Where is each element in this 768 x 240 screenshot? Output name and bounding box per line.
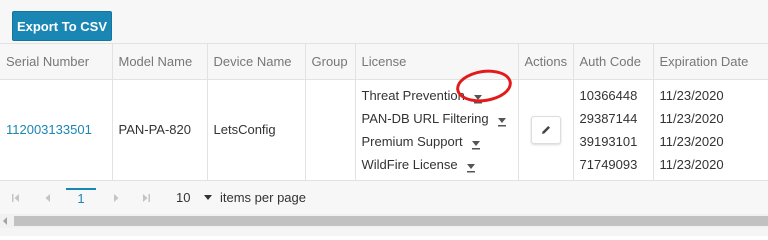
col-header-device-name[interactable]: Device Name <box>206 44 305 80</box>
pencil-icon <box>541 125 550 134</box>
license-grid: Serial Number Model Name Device Name Gro… <box>0 43 768 180</box>
license-cell: Threat Prevention PAN-DB URL Filtering P… <box>354 79 518 180</box>
auth-code: 10366448 <box>579 87 638 103</box>
download-icon[interactable] <box>497 111 507 127</box>
page-size-dropdown[interactable]: 10 <box>176 188 212 208</box>
col-header-auth-code[interactable]: Auth Code <box>572 44 653 80</box>
last-page-icon[interactable] <box>138 190 154 206</box>
export-csv-button[interactable]: Export To CSV <box>12 11 112 41</box>
scroll-left-arrow-icon[interactable] <box>3 217 7 225</box>
prev-page-icon[interactable] <box>40 190 56 206</box>
expiration-date-cell: 11/23/2020 11/23/2020 11/23/2020 11/23/2… <box>652 79 768 180</box>
first-page-icon[interactable] <box>8 190 24 206</box>
license-name: WildFire License <box>361 156 458 172</box>
chevron-down-icon <box>204 195 212 200</box>
device-name-cell: LetsConfig <box>206 79 305 180</box>
actions-cell <box>517 79 573 180</box>
license-name: PAN-DB URL Filtering <box>361 110 489 126</box>
license-panel: Export To CSV Serial Number Model Name D… <box>0 0 768 236</box>
items-per-page-label: items per page <box>220 190 306 205</box>
col-header-actions[interactable]: Actions <box>517 44 573 80</box>
serial-number-cell: 112003133501 <box>0 79 112 180</box>
group-cell <box>304 79 355 180</box>
license-item: WildFire License <box>362 153 512 176</box>
col-header-model-name[interactable]: Model Name <box>111 44 207 80</box>
license-item: Premium Support <box>362 130 512 153</box>
page-size-value: 10 <box>176 190 191 205</box>
edit-button[interactable] <box>530 115 561 144</box>
license-item: Threat Prevention <box>362 84 512 107</box>
col-header-expiration-date[interactable]: Expiration Date <box>652 44 768 80</box>
col-header-license[interactable]: License <box>354 44 518 80</box>
next-page-icon[interactable] <box>108 190 124 206</box>
auth-code: 29387144 <box>579 110 638 126</box>
auth-code: 71749093 <box>579 156 638 172</box>
toolbar: Export To CSV <box>0 0 768 43</box>
download-icon[interactable] <box>466 157 476 173</box>
auth-code-cell: 10366448 29387144 39193101 71749093 <box>572 79 653 180</box>
auth-code: 39193101 <box>579 133 638 149</box>
expiration-date: 11/23/2020 <box>659 133 724 149</box>
expiration-date: 11/23/2020 <box>659 87 724 103</box>
col-header-group[interactable]: Group <box>304 44 355 80</box>
page-number-current[interactable]: 1 <box>66 187 96 208</box>
col-header-serial-number[interactable]: Serial Number <box>0 44 112 80</box>
expiration-date: 11/23/2020 <box>659 156 724 172</box>
grid-header-row: Serial Number Model Name Device Name Gro… <box>0 44 768 80</box>
license-item: PAN-DB URL Filtering <box>362 107 512 130</box>
model-name-cell: PAN-PA-820 <box>111 79 207 180</box>
table-row: 112003133501 PAN-PA-820 LetsConfig Threa… <box>0 79 768 180</box>
pager: 1 10 items per page <box>0 180 768 214</box>
license-name: Premium Support <box>361 133 463 149</box>
download-icon[interactable] <box>471 134 481 150</box>
license-name: Threat Prevention <box>361 87 465 103</box>
download-icon[interactable] <box>473 88 483 104</box>
scrollbar-thumb[interactable] <box>14 216 768 226</box>
expiration-date: 11/23/2020 <box>659 110 724 126</box>
horizontal-scrollbar[interactable] <box>0 214 768 228</box>
serial-number-link[interactable]: 112003133501 <box>6 122 92 137</box>
